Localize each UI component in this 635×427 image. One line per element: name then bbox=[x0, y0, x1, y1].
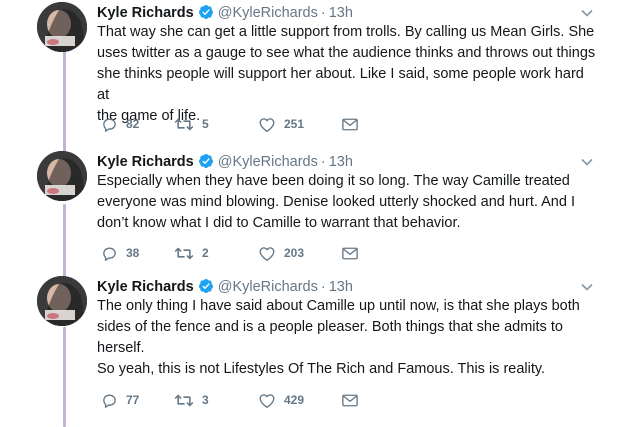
avatar[interactable] bbox=[37, 2, 87, 52]
reply-button[interactable]: 82 bbox=[101, 115, 139, 133]
direct-message-button[interactable] bbox=[341, 244, 359, 262]
tweet-header: Kyle Richards @KyleRichards · 13h bbox=[97, 151, 353, 173]
tweet-text-line: herself. bbox=[97, 340, 145, 356]
thread-line bbox=[63, 327, 66, 427]
separator: · bbox=[320, 5, 326, 21]
like-button[interactable]: 203 bbox=[258, 244, 304, 262]
retweet-count: 2 bbox=[202, 246, 209, 260]
separator: · bbox=[320, 154, 326, 170]
heart-icon bbox=[259, 246, 275, 261]
like-count: 203 bbox=[284, 246, 305, 260]
envelope-icon bbox=[342, 247, 358, 259]
tweet-text-line: Especially when they have been doing it … bbox=[97, 173, 570, 189]
reply-count: 82 bbox=[126, 117, 140, 131]
tweet-header: Kyle Richards @KyleRichards · 13h bbox=[97, 2, 353, 24]
reply-icon bbox=[103, 394, 116, 408]
retweet-icon bbox=[174, 394, 194, 406]
tweet-text-line: uses twitter as a gauge to see what the … bbox=[97, 45, 596, 61]
retweet-count: 3 bbox=[202, 393, 209, 407]
envelope-icon bbox=[342, 394, 358, 406]
tweet-text-line: So yeah, this is not Lifestyles Of The R… bbox=[97, 361, 546, 377]
display-name[interactable]: Kyle Richards bbox=[97, 154, 194, 170]
tweet-text-line: sides of the fence and is a people pleas… bbox=[97, 319, 563, 335]
user-handle[interactable]: @KyleRichards bbox=[218, 279, 318, 295]
avatar[interactable] bbox=[37, 151, 87, 201]
tweet-text: Especially when they have been doing it … bbox=[97, 171, 597, 234]
retweet-icon bbox=[174, 247, 194, 259]
display-name[interactable]: Kyle Richards bbox=[97, 5, 194, 21]
separator: · bbox=[320, 279, 326, 295]
tweet-text: The only thing I have said about Camille… bbox=[97, 296, 597, 380]
like-button[interactable]: 251 bbox=[258, 115, 304, 133]
tweet-text: That way she can get a little support fr… bbox=[97, 22, 597, 127]
tweet-header: Kyle Richards @KyleRichards · 13h bbox=[97, 276, 353, 298]
like-button[interactable]: 429 bbox=[258, 391, 304, 409]
direct-message-button[interactable] bbox=[341, 391, 359, 409]
retweet-button[interactable]: 2 bbox=[174, 244, 209, 262]
like-count: 251 bbox=[284, 117, 305, 131]
direct-message-button[interactable] bbox=[341, 115, 359, 133]
thread-line bbox=[63, 204, 66, 277]
retweet-count: 5 bbox=[202, 117, 209, 131]
reply-button[interactable]: 77 bbox=[101, 391, 139, 409]
reply-count: 38 bbox=[126, 246, 140, 260]
envelope-icon bbox=[342, 118, 358, 130]
timestamp[interactable]: 13h bbox=[329, 279, 353, 295]
reply-count: 77 bbox=[126, 393, 140, 407]
timestamp[interactable]: 13h bbox=[329, 154, 353, 170]
heart-icon bbox=[259, 393, 275, 408]
heart-icon bbox=[259, 117, 275, 132]
tweet-text-line: The only thing I have said about Camille… bbox=[97, 298, 580, 314]
timestamp[interactable]: 13h bbox=[329, 5, 353, 21]
user-handle[interactable]: @KyleRichards bbox=[218, 154, 318, 170]
tweet-text-line: don’t know what I did to Camille to warr… bbox=[97, 215, 461, 231]
display-name[interactable]: Kyle Richards bbox=[97, 279, 194, 295]
tweet-text-line: she thinks people will support her about… bbox=[97, 66, 584, 103]
avatar[interactable] bbox=[37, 276, 87, 326]
retweet-button[interactable]: 5 bbox=[174, 115, 209, 133]
like-count: 429 bbox=[284, 393, 305, 407]
tweet-text-line: That way she can get a little support fr… bbox=[97, 24, 595, 40]
reply-icon bbox=[103, 118, 116, 132]
tweet-text-line: everyone was mind blowing. Denise looked… bbox=[97, 194, 575, 210]
retweet-button[interactable]: 3 bbox=[174, 391, 209, 409]
retweet-icon bbox=[174, 118, 194, 130]
user-handle[interactable]: @KyleRichards bbox=[218, 5, 318, 21]
thread-line bbox=[63, 50, 66, 154]
reply-button[interactable]: 38 bbox=[101, 244, 139, 262]
reply-icon bbox=[103, 247, 116, 261]
